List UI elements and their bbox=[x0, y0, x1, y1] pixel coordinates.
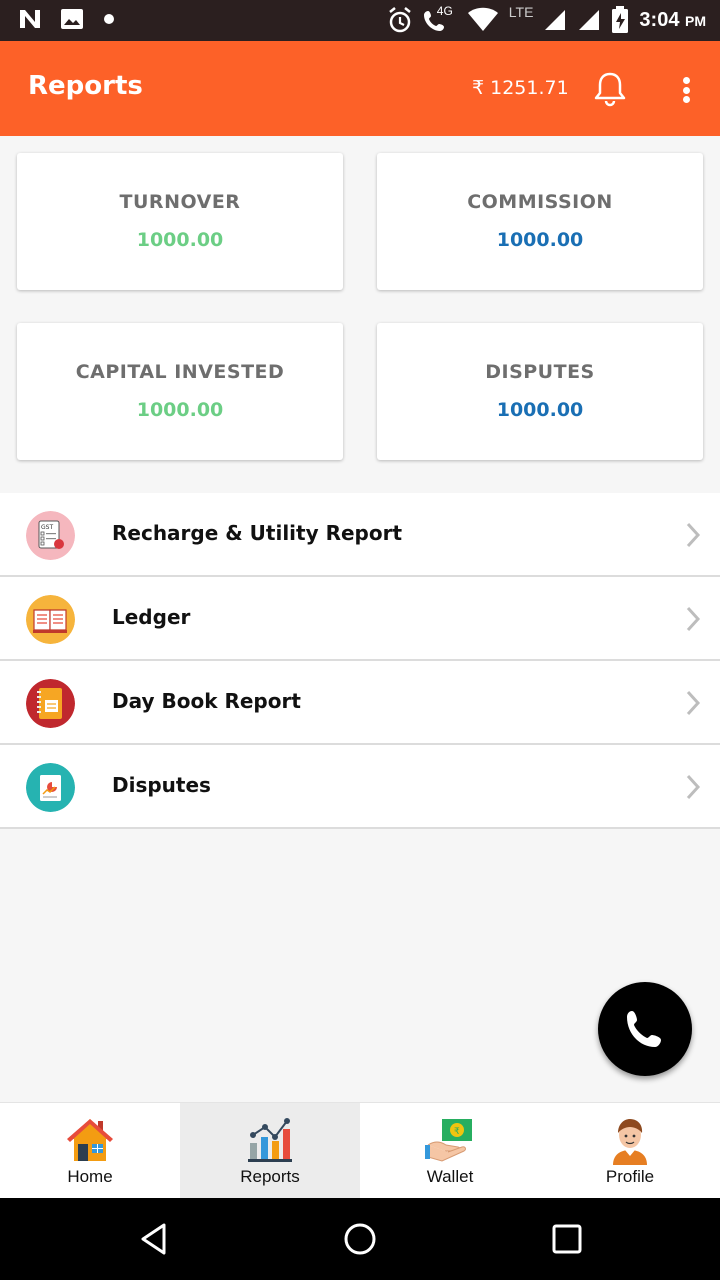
chevron-right-icon bbox=[686, 522, 701, 548]
network-type-label: 4G bbox=[436, 4, 453, 18]
chevron-right-icon bbox=[686, 606, 701, 632]
clock: 3:04 PM bbox=[639, 9, 706, 32]
nav-home[interactable]: Home bbox=[0, 1103, 180, 1199]
menu-item-ledger[interactable]: Ledger bbox=[0, 577, 720, 661]
menu-item-recharge-utility-report[interactable]: GST Recharge & Utility Report bbox=[0, 493, 720, 577]
stat-card-capital-invested[interactable]: CAPITAL INVESTED 1000.00 bbox=[17, 323, 343, 460]
bottom-navigation: Home Reports ₹ Wallet Profile bbox=[0, 1102, 720, 1199]
image-icon bbox=[61, 9, 83, 29]
book-icon bbox=[26, 595, 75, 644]
menu-item-label: Ledger bbox=[112, 605, 191, 629]
back-icon[interactable] bbox=[138, 1222, 170, 1256]
stat-label: CAPITAL INVESTED bbox=[75, 361, 285, 383]
stat-label: TURNOVER bbox=[119, 191, 241, 213]
more-vert-icon[interactable] bbox=[674, 73, 698, 107]
chevron-right-icon bbox=[686, 774, 701, 800]
notebook-icon bbox=[26, 679, 75, 728]
reports-menu: GST Recharge & Utility Report Ledger Day… bbox=[0, 493, 720, 829]
gst-report-icon: GST bbox=[26, 511, 75, 560]
bell-icon[interactable] bbox=[590, 69, 630, 109]
nav-wallet[interactable]: ₹ Wallet bbox=[360, 1103, 540, 1199]
nav-label: Home bbox=[67, 1167, 113, 1186]
profile-icon bbox=[613, 1119, 647, 1165]
stat-value: 1000.00 bbox=[136, 399, 224, 421]
dot-icon bbox=[104, 14, 114, 24]
call-button[interactable] bbox=[598, 982, 692, 1076]
alarm-icon bbox=[388, 7, 411, 33]
phone-icon bbox=[627, 1011, 661, 1047]
stat-label: COMMISSION bbox=[467, 191, 613, 213]
chevron-right-icon bbox=[686, 690, 701, 716]
stat-value: 1000.00 bbox=[496, 399, 584, 421]
menu-item-label: Recharge & Utility Report bbox=[112, 521, 403, 545]
menu-item-disputes[interactable]: Disputes bbox=[0, 745, 720, 829]
netflix-n-icon bbox=[20, 10, 40, 28]
stat-value: 1000.00 bbox=[136, 229, 224, 251]
wifi-icon bbox=[467, 7, 498, 31]
signal-icon-1 bbox=[545, 10, 566, 30]
nav-reports[interactable]: Reports bbox=[180, 1103, 360, 1199]
wallet-icon: ₹ bbox=[425, 1119, 472, 1162]
nav-label: Profile bbox=[605, 1167, 655, 1186]
home-circle-icon[interactable] bbox=[343, 1222, 377, 1256]
signal-icon-2 bbox=[579, 10, 600, 30]
stat-value: 1000.00 bbox=[496, 229, 584, 251]
home-icon bbox=[67, 1119, 113, 1161]
reports-icon bbox=[248, 1118, 292, 1162]
svg-text:GST: GST bbox=[41, 524, 53, 531]
recents-icon[interactable] bbox=[552, 1224, 582, 1254]
nav-label: Reports bbox=[240, 1167, 300, 1186]
stat-label: DISPUTES bbox=[485, 361, 595, 383]
menu-item-day-book-report[interactable]: Day Book Report bbox=[0, 661, 720, 745]
wifi-call-indicator: 4G bbox=[423, 4, 457, 34]
menu-item-label: Disputes bbox=[112, 773, 211, 797]
clock-ampm: PM bbox=[685, 12, 706, 29]
status-bar: 4G LTE 3:04 PM bbox=[0, 0, 720, 41]
system-navigation-bar bbox=[0, 1198, 720, 1280]
wallet-balance[interactable]: ₹ 1251.71 bbox=[472, 77, 569, 99]
stat-card-disputes[interactable]: DISPUTES 1000.00 bbox=[377, 323, 703, 460]
menu-item-label: Day Book Report bbox=[112, 689, 301, 713]
nav-label: Wallet bbox=[426, 1167, 474, 1186]
page-title: Reports bbox=[28, 71, 143, 101]
document-chart-icon bbox=[26, 763, 75, 812]
battery-icon bbox=[612, 6, 629, 33]
app-bar: Reports ₹ 1251.71 bbox=[0, 41, 720, 136]
clock-time: 3:04 bbox=[639, 8, 680, 31]
stat-card-commission[interactable]: COMMISSION 1000.00 bbox=[377, 153, 703, 290]
stat-card-turnover[interactable]: TURNOVER 1000.00 bbox=[17, 153, 343, 290]
lte-label: LTE bbox=[508, 4, 534, 20]
nav-profile[interactable]: Profile bbox=[540, 1103, 720, 1199]
svg-text:₹: ₹ bbox=[454, 1127, 460, 1137]
